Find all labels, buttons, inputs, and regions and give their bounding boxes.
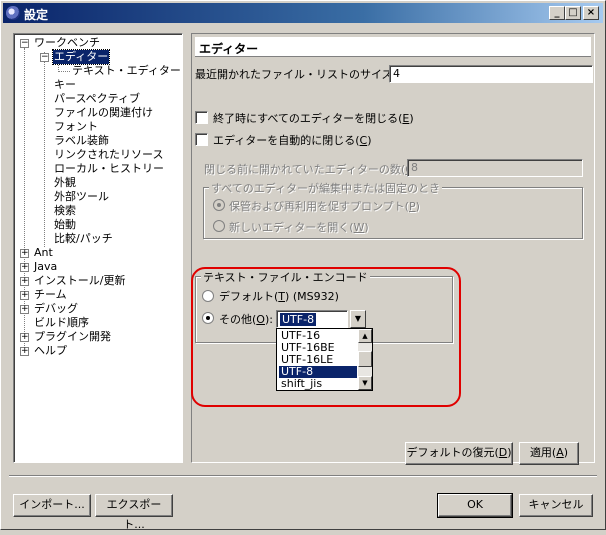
maximize-button[interactable]: □ [565,6,581,20]
tree-item-file-associations[interactable]: ファイルの関連付け [54,106,153,120]
window-title: 設定 [24,8,49,22]
import-button[interactable]: インポート... [13,494,91,517]
dirty-editors-group-label: すべてのエディターが編集中または固定のとき [209,180,443,196]
tree-item-local-history[interactable]: ローカル・ヒストリー [54,162,164,176]
separator [9,475,597,477]
cancel-button[interactable]: キャンセル [519,494,593,517]
open-new-editor-label: 新しいエディターを開く(W) [229,221,369,234]
editor-count-label: 閉じる前に開かれていたエディターの数(O) [204,163,418,176]
close-all-on-exit-checkbox[interactable] [195,111,208,124]
close-all-on-exit-label: 終了時にすべてのエディターを閉じる(E) [213,112,414,125]
tree-item-build-order[interactable]: ビルド順序 [34,316,89,330]
tree-item-perspectives[interactable]: パースペクティブ [54,92,140,106]
auto-close-editors-checkbox[interactable] [195,133,208,146]
expand-icon[interactable]: + [20,263,29,272]
tree-item-label-decorations[interactable]: ラベル装飾 [54,134,109,148]
annotation-highlight [191,267,461,407]
tree-item-linked-resources[interactable]: リンクされたリソース [54,148,163,162]
ok-button[interactable]: OK [437,493,513,518]
preference-tree[interactable]: − ワークベンチ − エディター テキスト・エディター キー パースペクティブ … [13,33,183,463]
expand-icon[interactable]: + [20,249,29,258]
tree-item-search[interactable]: 検索 [54,204,76,218]
title-bar[interactable]: 設定 _ □ × [3,3,603,23]
preferences-window: 設定 _ □ × − ワークベンチ − エディター テキスト・エディター キー … [0,0,606,531]
tree-connector [44,52,45,247]
editor-count-input[interactable]: 8 [407,159,583,177]
export-button[interactable]: エクスポート... [95,494,173,531]
recent-files-input[interactable]: 4 [389,65,593,83]
eclipse-icon [6,6,20,20]
tree-item-keys[interactable]: キー [54,78,76,92]
close-button[interactable]: × [583,6,599,20]
collapse-icon[interactable]: − [20,39,29,48]
tree-item-external-tools[interactable]: 外部ツール [54,190,109,204]
tree-item-startup[interactable]: 始動 [54,218,76,232]
expand-icon[interactable]: + [20,305,29,314]
tree-item-compare-patch[interactable]: 比較/パッチ [54,232,113,246]
minimize-button[interactable]: _ [549,6,565,20]
open-new-editor-radio[interactable] [213,220,225,232]
recent-files-label: 最近開かれたファイル・リストのサイズ(R): [195,68,413,81]
expand-icon[interactable]: + [20,333,29,342]
expand-icon[interactable]: + [20,347,29,356]
restore-defaults-button[interactable]: デフォルトの復元(D) [405,442,513,465]
tree-item-fonts[interactable]: フォント [54,120,98,134]
apply-button[interactable]: 適用(A) [519,442,579,465]
expand-icon[interactable]: + [20,291,29,300]
prompt-save-radio[interactable] [213,199,225,211]
expand-icon[interactable]: + [20,277,29,286]
collapse-icon[interactable]: − [40,53,49,62]
auto-close-editors-label: エディターを自動的に閉じる(C) [213,134,372,147]
tree-item-appearance[interactable]: 外観 [54,176,76,190]
page-title: エディター [195,37,591,57]
prompt-save-label: 保管および再利用を促すプロンプト(P) [229,200,420,213]
tree-item-text-editor[interactable]: テキスト・エディター [72,64,181,78]
tree-connector [58,71,70,72]
